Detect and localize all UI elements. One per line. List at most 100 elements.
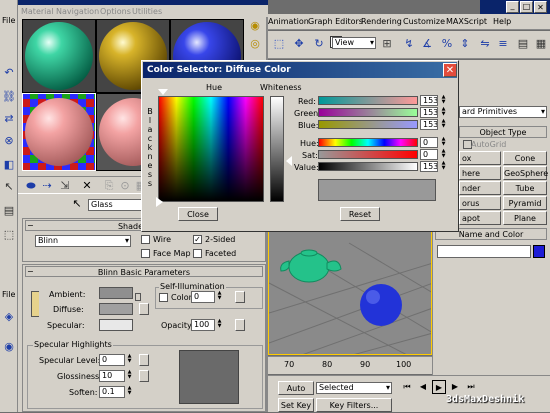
whiteness-slider[interactable] [270,96,284,202]
object-btn-tube[interactable]: Tube [503,181,547,195]
hue-slider[interactable] [318,138,418,147]
hue-value[interactable]: 0 [420,137,438,148]
lock-icon[interactable] [135,293,141,301]
unlink-icon[interactable]: ⇄ [2,112,16,126]
next-frame-icon[interactable]: ▶ [448,380,462,394]
diffuse-swatch[interactable] [99,303,133,315]
select-icon[interactable]: ⬚ [272,37,286,51]
ambient-swatch[interactable] [99,287,133,299]
assign-material-icon[interactable]: ⇲ [58,179,72,193]
green-slider[interactable] [318,108,418,117]
hue-blackness-field[interactable] [158,96,264,202]
sample-type-icon[interactable]: ◉ [248,19,262,33]
align-icon[interactable]: ≡ [496,37,510,51]
blue-slider[interactable] [318,120,418,129]
blue-spinner[interactable]: ▲ ▼ [440,119,447,130]
sat-value[interactable]: 0 [420,149,438,160]
opacity-spinner[interactable]: ▲ ▼ [216,319,223,330]
layer-icon[interactable]: ▤ [516,37,530,51]
render-icon[interactable]: ◉ [2,340,16,354]
menu-navigation[interactable]: Navigation [56,7,99,16]
close-icon[interactable]: ✕ [534,1,547,13]
go-start-icon[interactable]: ⏮ [400,380,414,394]
key-filters-button[interactable]: Key Filters... [316,398,392,412]
selected-dropdown[interactable]: Selected ▾ [316,382,392,394]
shader-dropdown[interactable]: Blinn ▾ [35,235,131,247]
self-illum-color-checkbox[interactable] [159,293,168,302]
blue-value[interactable]: 153 [420,119,438,130]
set-key-button[interactable]: Set Key [278,398,314,412]
red-slider[interactable] [318,96,418,105]
link-icon[interactable]: ⛓ [2,90,16,104]
maximize-icon[interactable]: □ [520,1,533,13]
go-end-icon[interactable]: ⏭ [464,380,478,394]
glossiness-spinner[interactable]: ▲ ▼ [126,370,133,381]
view-dropdown[interactable]: View ▾ [332,37,376,49]
menu-utilities[interactable]: Utilities [132,7,162,16]
menu-graph-editors[interactable]: Graph Editors [308,17,363,26]
soften-spinner[interactable]: ▲ ▼ [126,386,133,397]
red-spinner[interactable]: ▲ ▼ [440,95,447,106]
region-icon[interactable]: ⬚ [2,228,16,242]
spec-level-spinner[interactable]: ▲ ▼ [126,354,133,365]
spec-level-map-button[interactable] [139,354,149,366]
move-icon[interactable]: ✥ [292,37,306,51]
specular-swatch[interactable] [99,319,133,331]
soften-value[interactable]: 0.1 [99,386,125,398]
wire-checkbox[interactable] [141,235,150,244]
value-value[interactable]: 153 [420,161,438,172]
glossiness-map-button[interactable] [139,370,149,382]
perspective-viewport[interactable] [268,222,432,355]
red-value[interactable]: 153 [420,95,438,106]
object-btn-sphere[interactable]: here [459,166,501,180]
face-map-checkbox[interactable] [141,249,150,258]
object-btn-plane[interactable]: Plane [503,211,547,225]
menu-help[interactable]: Help [493,17,511,26]
menu-customize[interactable]: Customize [403,17,445,26]
copy-material-icon[interactable]: ⎘ [102,179,116,193]
mirror-icon[interactable]: ⇋ [478,37,492,51]
object-name-input[interactable] [437,245,531,258]
self-illum-spinner[interactable]: ▲ ▼ [216,291,223,302]
undo-icon[interactable]: ↶ [2,66,16,80]
hue-pointer-icon[interactable] [158,89,168,95]
get-material-icon[interactable]: ⬬ [24,179,38,193]
diffuse-map-button[interactable] [139,303,149,315]
angle-snap-icon[interactable]: ∡ [420,37,434,51]
hue-spinner[interactable]: ▲ ▼ [440,137,447,148]
spinner-snap-icon[interactable]: ⇕ [458,37,472,51]
green-spinner[interactable]: ▲ ▼ [440,107,447,118]
spec-level-value[interactable]: 0 [99,354,125,366]
object-btn-torus[interactable]: orus [459,196,501,210]
opacity-value[interactable]: 100 [191,319,215,331]
curve-editor-icon[interactable]: ▦ [534,37,548,51]
menu-file-lower[interactable]: File [2,290,15,299]
backlight-icon[interactable]: ◎ [248,37,262,51]
green-value[interactable]: 153 [420,107,438,118]
object-btn-cone[interactable]: Cone [503,151,547,165]
auto-key-button[interactable]: Auto Key [278,381,314,407]
object-btn-pyramid[interactable]: Pyramid [503,196,547,210]
blinn-collapse-icon[interactable]: − [27,267,34,276]
menu-animation[interactable]: Animation [268,17,309,26]
glossiness-value[interactable]: 10 [99,370,125,382]
sat-slider[interactable] [318,150,418,159]
opacity-map-button[interactable] [235,319,245,331]
self-illum-value[interactable]: 0 [191,291,215,303]
reset-button[interactable]: Reset [340,207,380,221]
sat-spinner[interactable]: ▲ ▼ [440,149,447,160]
pick-material-icon[interactable]: ↖ [70,197,84,211]
shader-collapse-icon[interactable]: − [27,221,34,230]
lock-ambient-diffuse-icon[interactable] [31,291,39,317]
snap-icon[interactable]: ↯ [402,37,416,51]
self-illum-map-button[interactable] [235,291,245,303]
pivot-icon[interactable]: ⊞ [380,37,394,51]
category-dropdown[interactable]: ard Primitives ▾ [459,106,547,118]
blackness-pointer-icon[interactable] [156,197,163,207]
value-spinner[interactable]: ▲ ▼ [440,161,447,172]
play-icon[interactable]: ▶ [432,380,446,394]
object-btn-box[interactable]: ox [459,151,501,165]
put-to-scene-icon[interactable]: ⇢ [40,179,54,193]
filter-icon[interactable]: ◧ [2,158,16,172]
blinn-rollout-header[interactable]: Blinn Basic Parameters [25,266,263,277]
